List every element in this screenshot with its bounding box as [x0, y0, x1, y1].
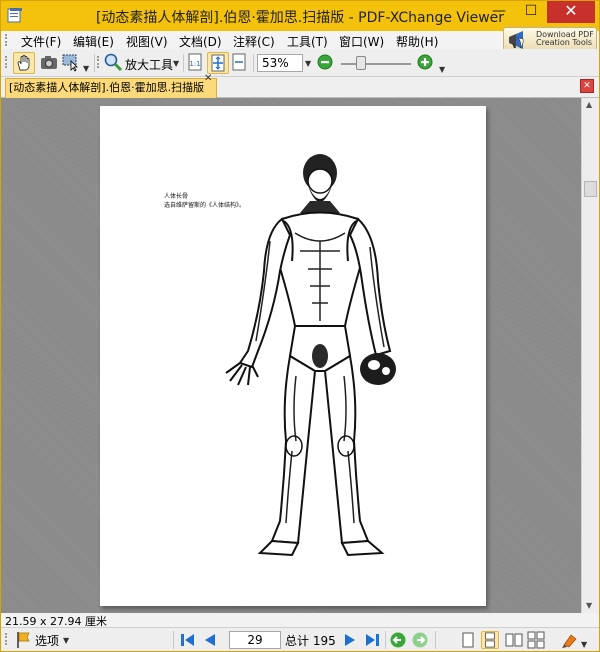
select-icon: [62, 54, 78, 72]
fit-width-button[interactable]: [229, 52, 251, 74]
zoom-out-button[interactable]: [315, 52, 337, 74]
zoom-in-icon: [417, 54, 433, 70]
app-window: [动态素描人体解剖].伯恩·霍加思.扫描版 - PDF-XChange View…: [0, 0, 600, 652]
back-icon[interactable]: [389, 631, 407, 649]
view-options-dropdown-arrow[interactable]: ▼: [581, 640, 587, 649]
navigation-bar: 选项 ▼ 29 总计 195 ▼: [1, 627, 599, 651]
menu-grip[interactable]: [5, 34, 9, 46]
tab-close-icon[interactable]: ✕: [204, 73, 212, 84]
total-pages-label: 总计 195: [285, 634, 336, 648]
document-tab-bar: [动态素描人体解剖].伯恩·霍加思.扫描版: [1, 77, 599, 98]
actual-size-icon: 1:1: [188, 53, 202, 71]
paint-tools-icon[interactable]: [561, 631, 579, 649]
fit-width-icon: [232, 53, 246, 71]
zoom-tool-label[interactable]: 放大工具: [125, 56, 173, 73]
menu-window[interactable]: 窗口(W): [339, 33, 384, 50]
previous-page-icon[interactable]: [201, 631, 219, 649]
toolbar-grip[interactable]: [5, 56, 9, 68]
navbar-grip[interactable]: [5, 633, 9, 645]
maximize-button[interactable]: ☐: [515, 1, 547, 23]
toolbar-overflow-arrow[interactable]: ▼: [439, 65, 445, 74]
zoom-tool-dropdown-arrow[interactable]: ▼: [173, 59, 179, 68]
zoom-in-button[interactable]: [415, 52, 437, 74]
megaphone-icon: [509, 31, 524, 49]
minimize-button[interactable]: —: [483, 1, 515, 23]
hand-tool-icon: [17, 55, 30, 71]
promo-line2: Creation Tools: [536, 38, 593, 47]
menu-edit[interactable]: 编辑(E): [73, 33, 114, 50]
scrollbar-thumb[interactable]: [584, 181, 597, 197]
forward-icon[interactable]: [411, 631, 429, 649]
continuous-page-icon: [485, 632, 495, 648]
continuous-view-button[interactable]: [481, 631, 499, 649]
document-view[interactable]: 人体长骨 选自维萨留斯的《人体结构》。: [1, 98, 581, 613]
zoom-tool-button[interactable]: [103, 52, 125, 74]
zoom-value-dropdown-arrow[interactable]: ▼: [305, 59, 311, 68]
fit-page-button[interactable]: [207, 52, 229, 74]
close-document-icon[interactable]: ✕: [580, 79, 594, 93]
fit-page-icon: [211, 54, 225, 72]
zoom-value-input[interactable]: 53%: [257, 54, 303, 72]
download-pdf-tools-button[interactable]: Download PDF Creation Tools: [503, 27, 597, 51]
zoom-slider-track[interactable]: [341, 63, 411, 65]
continuous-facing-icon[interactable]: [527, 631, 545, 649]
vertical-scrollbar[interactable]: ▲ ▼: [581, 98, 599, 613]
next-page-icon[interactable]: [341, 631, 359, 649]
actual-size-button[interactable]: 1:1: [185, 52, 207, 74]
page-size-bar: 21.59 x 27.94 厘米: [1, 613, 599, 628]
close-button[interactable]: ✕: [547, 1, 595, 23]
menu-document[interactable]: 文档(D): [179, 33, 222, 50]
navbar-separator: [385, 631, 386, 649]
menu-help[interactable]: 帮助(H): [396, 33, 438, 50]
svg-text:1:1: 1:1: [189, 60, 200, 68]
toolbar-separator: [253, 54, 254, 72]
navbar-separator: [435, 631, 436, 649]
menu-comments[interactable]: 注释(C): [233, 33, 275, 50]
first-page-icon[interactable]: [179, 631, 197, 649]
options-dropdown-arrow[interactable]: ▼: [63, 636, 69, 645]
single-page-icon[interactable]: [459, 631, 477, 649]
zoom-out-icon: [317, 54, 333, 70]
navbar-separator: [173, 631, 174, 649]
anatomy-figure-illustration: [225, 154, 396, 557]
zoom-slider-thumb[interactable]: [356, 56, 366, 70]
select-tool-button[interactable]: [61, 52, 83, 74]
toolbar-separator: [94, 54, 95, 72]
promo-text: Download PDF Creation Tools: [536, 31, 594, 47]
current-page-input[interactable]: 29: [229, 631, 281, 649]
options-menu[interactable]: 选项: [35, 632, 59, 649]
hand-tool-button[interactable]: [13, 52, 35, 74]
zoom-tool-icon: [104, 53, 123, 72]
last-page-icon[interactable]: [363, 631, 381, 649]
toolbar-separator: [183, 54, 184, 72]
select-dropdown-arrow[interactable]: ▼: [83, 64, 89, 73]
toolbar-grip-2[interactable]: [97, 56, 101, 68]
menu-view[interactable]: 视图(V): [126, 33, 168, 50]
flag-icon[interactable]: [15, 631, 31, 649]
facing-pages-icon[interactable]: [505, 631, 523, 649]
menu-tools[interactable]: 工具(T): [287, 33, 328, 50]
snapshot-icon: [41, 56, 57, 69]
pdf-page[interactable]: 人体长骨 选自维萨留斯的《人体结构》。: [100, 106, 486, 606]
scroll-down-arrow-icon[interactable]: ▼: [586, 601, 592, 610]
menu-file[interactable]: 文件(F): [21, 33, 61, 50]
tab-document[interactable]: [动态素描人体解剖].伯恩·霍加思.扫描版: [5, 78, 217, 98]
snapshot-button[interactable]: [39, 52, 61, 74]
scroll-up-arrow-icon[interactable]: ▲: [586, 100, 592, 109]
